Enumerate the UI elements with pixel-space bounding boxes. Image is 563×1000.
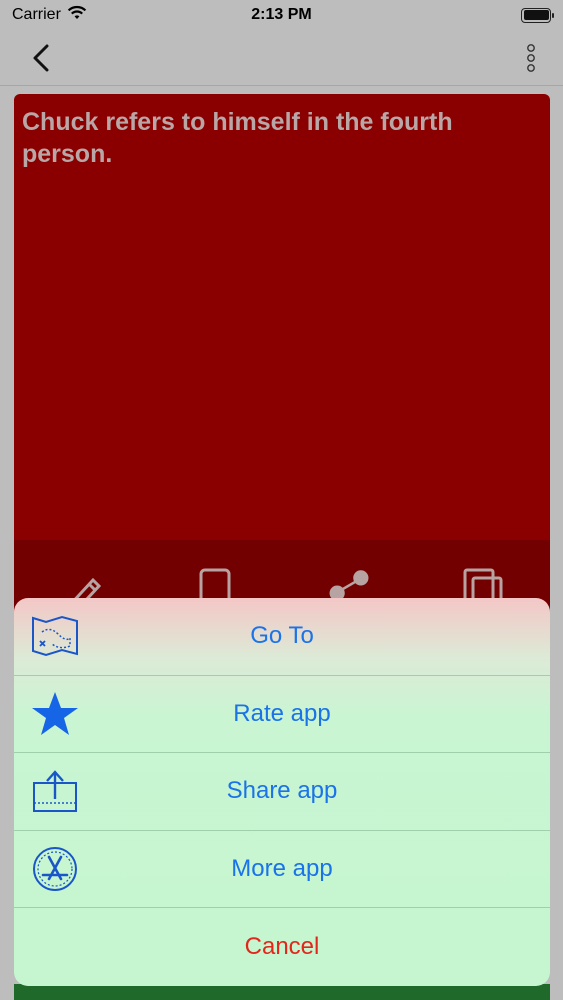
carrier-label: Carrier <box>12 6 61 23</box>
app-store-icon <box>30 844 80 894</box>
go-to-button[interactable]: Go To <box>14 598 550 676</box>
cancel-button[interactable]: Cancel <box>14 908 550 986</box>
chevron-left-icon[interactable] <box>26 43 56 73</box>
status-bar: Carrier 2:13 PM <box>0 0 563 30</box>
share-app-button[interactable]: Share app <box>14 753 550 831</box>
fact-card: Chuck refers to himself in the fourth pe… <box>14 94 550 614</box>
bottom-strip <box>14 984 550 1000</box>
battery-fill <box>523 10 549 20</box>
go-to-label: Go To <box>250 622 314 650</box>
fact-text: Chuck refers to himself in the fourth pe… <box>22 108 453 168</box>
cancel-label: Cancel <box>244 933 320 961</box>
battery-icon <box>521 7 554 23</box>
more-app-button[interactable]: More app <box>14 831 550 909</box>
star-icon <box>30 689 80 739</box>
action-sheet: Go To Rate app Share app More app Cancel <box>14 598 550 986</box>
rate-app-button[interactable]: Rate app <box>14 676 550 754</box>
share-box-icon <box>30 766 80 816</box>
vertical-ellipsis-icon[interactable] <box>521 43 541 73</box>
share-app-label: Share app <box>226 777 338 805</box>
more-app-label: More app <box>231 855 333 883</box>
status-left: Carrier <box>12 5 87 26</box>
treasure-map-icon <box>30 611 80 661</box>
rate-app-label: Rate app <box>233 699 331 727</box>
nav-bar <box>0 30 563 86</box>
wifi-icon <box>67 5 87 26</box>
screen: Carrier 2:13 PM Chuck refers to himself … <box>0 0 563 1000</box>
